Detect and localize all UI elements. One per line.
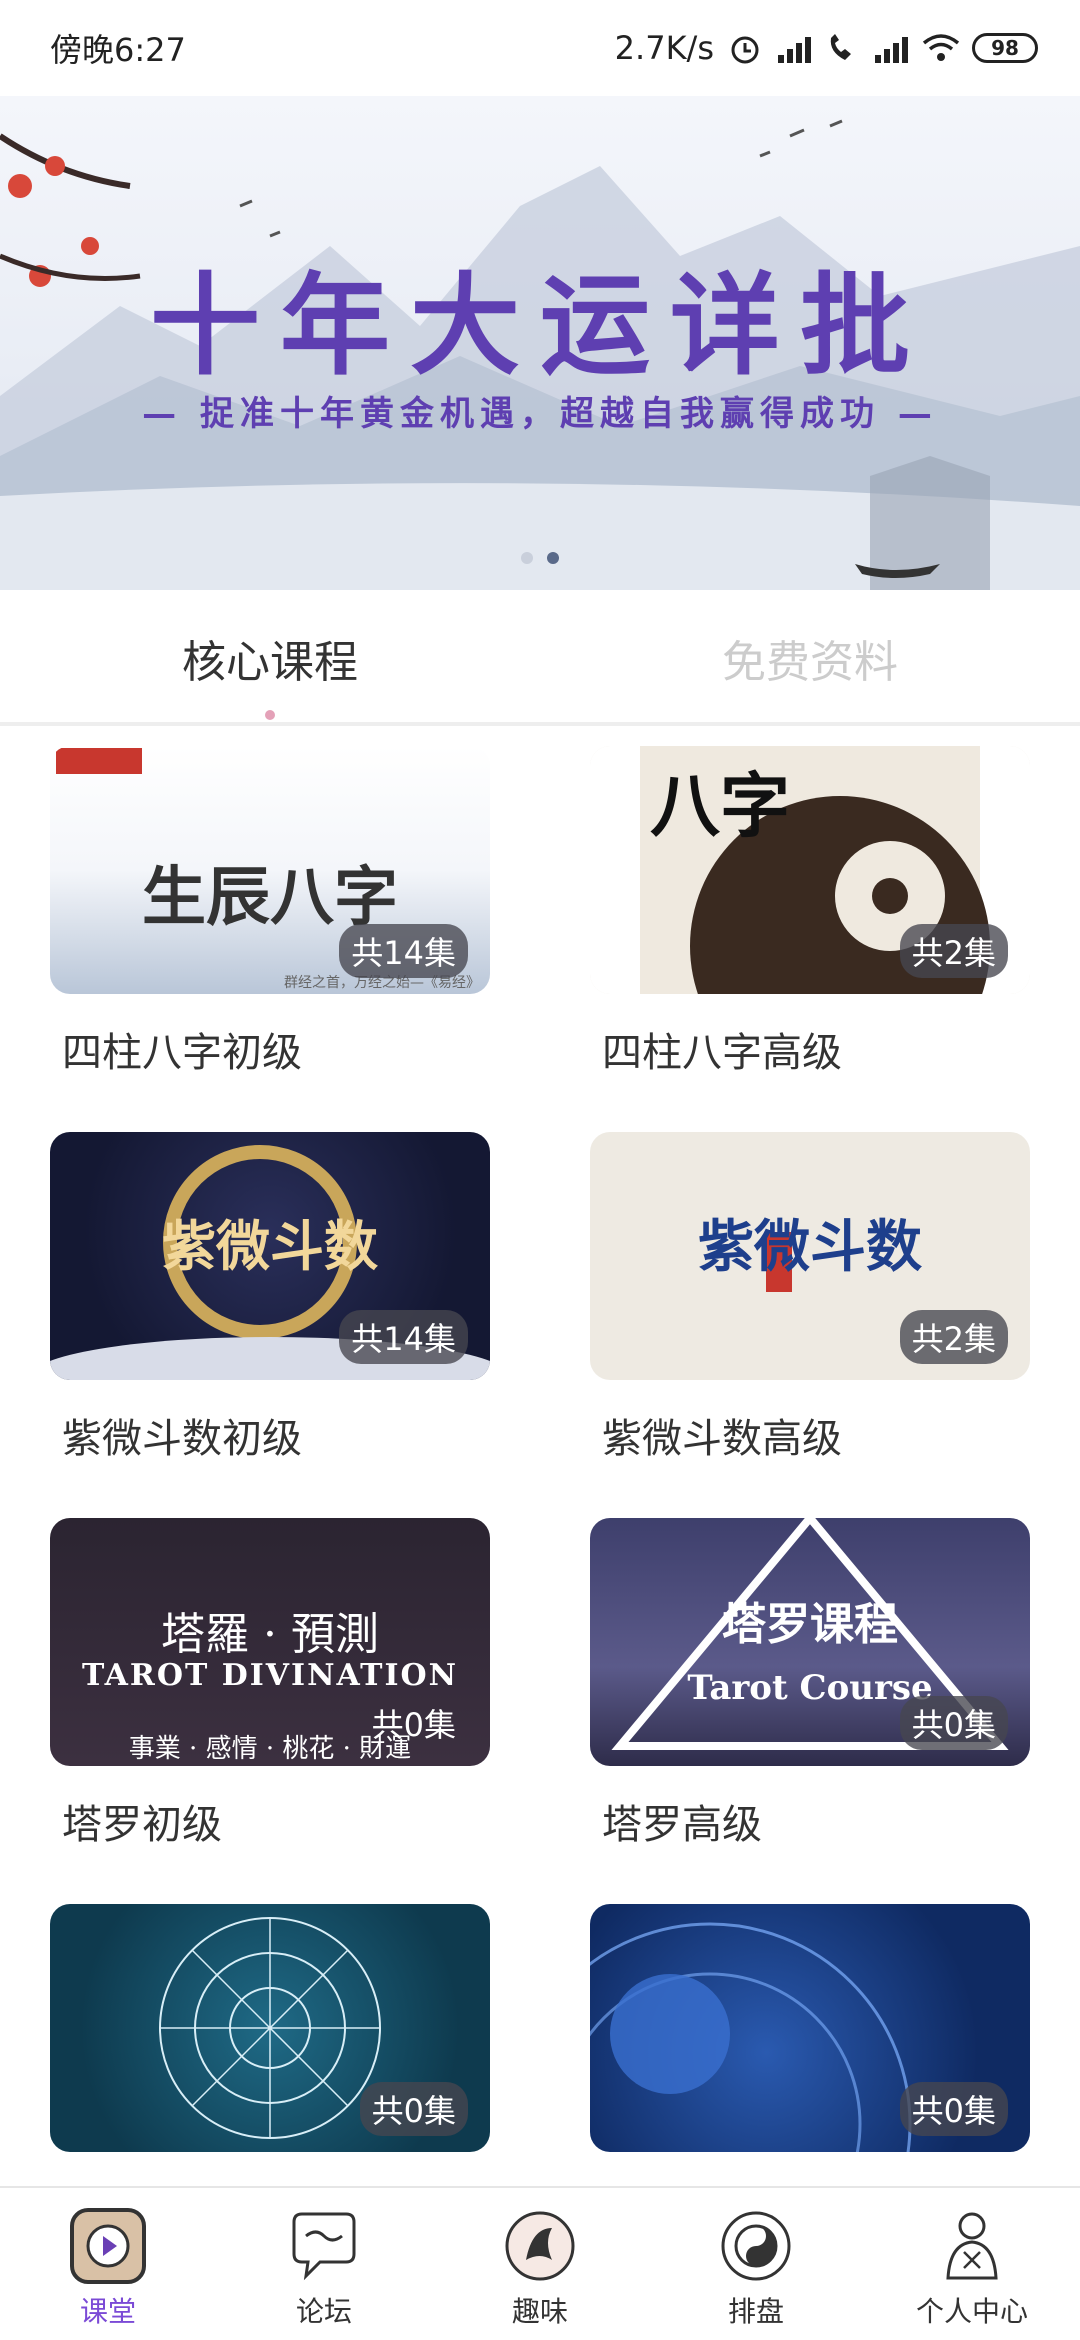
banner-dot <box>521 552 533 564</box>
episode-count-badge: 共0集 <box>899 1696 1008 1750</box>
course-title: 紫微斗数初级 <box>62 1416 302 1462</box>
course-card[interactable]: 八字 共2集 四柱八字高级 <box>590 746 1030 1078</box>
course-title: 塔罗初级 <box>62 1802 222 1848</box>
yinyang-icon <box>718 2208 794 2284</box>
episode-count-badge: 共14集 <box>339 1310 468 1364</box>
nav-item-chart[interactable]: 排盘 <box>648 2188 864 2340</box>
course-thumbnail: 共0集 <box>50 1904 490 2152</box>
nav-label: 个人中心 <box>915 2295 1028 2328</box>
course-card[interactable]: 紫微斗数 共2集 紫微斗数高级 <box>590 1132 1030 1464</box>
course-thumbnail: 八字 共2集 <box>590 746 1030 994</box>
course-thumbnail: 塔羅 · 預測 TAROT DIVINATION 事業 · 感情 · 桃花 · … <box>50 1518 490 1766</box>
episode-count-badge: 共2集 <box>899 1310 1008 1364</box>
course-card[interactable]: 塔罗课程 Tarot Course 共0集 塔罗高级 <box>590 1518 1030 1850</box>
tab-bar: 核心课程 免费资料 <box>0 590 1080 726</box>
status-time: 傍晚6:27 <box>50 31 186 69</box>
course-card[interactable]: 共0集 <box>50 1904 490 2152</box>
thumb-text: 塔羅 · 預測 <box>161 1609 379 1660</box>
episode-count-badge: 共14集 <box>339 924 468 978</box>
tab-active-indicator <box>265 710 275 720</box>
nav-label: 排盘 <box>727 2295 784 2328</box>
thumb-text: 塔罗课程 <box>722 1599 898 1650</box>
course-card[interactable]: 共0集 <box>590 1904 1030 2152</box>
episode-count-badge: 共2集 <box>899 924 1008 978</box>
play-icon <box>70 2208 146 2284</box>
nav-label: 趣味 <box>511 2295 568 2328</box>
call-icon <box>825 32 861 64</box>
net-speed: 2.7K/s <box>614 29 714 67</box>
battery-indicator: 98 <box>972 33 1038 63</box>
course-title: 紫微斗数高级 <box>602 1416 842 1462</box>
tab-free-materials[interactable]: 免费资料 <box>540 590 1080 722</box>
thumb-text: 紫微斗数 <box>698 1214 922 1280</box>
banner-dot-active <box>547 552 559 564</box>
hd-signal-icon <box>875 33 908 63</box>
tab-label: 免费资料 <box>722 637 898 688</box>
seal-stamp <box>56 748 142 774</box>
episode-count-badge: 共0集 <box>899 2082 1008 2136</box>
course-thumbnail: 塔罗课程 Tarot Course 共0集 <box>590 1518 1030 1766</box>
bottom-nav: 课堂 论坛 趣味 排盘 个人中心 <box>0 2186 1080 2340</box>
tab-label: 核心课程 <box>182 637 358 688</box>
course-thumbnail: 生辰八字 群经之首，万经之始—《易经》 共14集 <box>50 746 490 994</box>
episode-count-badge: 共0集 <box>371 1706 456 1744</box>
fish-icon <box>502 2208 578 2284</box>
thumb-text: 紫微斗数 <box>162 1214 378 1278</box>
episode-count-badge: 共0集 <box>359 2082 468 2136</box>
nav-item-forum[interactable]: 论坛 <box>216 2188 432 2340</box>
course-card[interactable]: 塔羅 · 預測 TAROT DIVINATION 事業 · 感情 · 桃花 · … <box>50 1518 490 1850</box>
course-thumbnail: 共0集 <box>590 1904 1030 2152</box>
nav-label: 论坛 <box>295 2295 352 2328</box>
banner-subtitle: — 捉准十年黄金机遇，超越自我赢得成功 — <box>142 394 938 434</box>
cell-signal-icon <box>778 33 811 63</box>
course-title: 四柱八字高级 <box>602 1030 842 1076</box>
tab-core-courses[interactable]: 核心课程 <box>0 590 540 722</box>
course-card[interactable]: 生辰八字 群经之首，万经之始—《易经》 共14集 四柱八字初级 <box>50 746 490 1078</box>
nav-item-classroom[interactable]: 课堂 <box>0 2188 216 2340</box>
promo-banner[interactable]: 十年大运详批 — 捉准十年黄金机遇，超越自我赢得成功 — <box>0 96 1080 590</box>
nav-label: 课堂 <box>79 2295 136 2328</box>
course-thumbnail: 紫微斗数 共2集 <box>590 1132 1030 1380</box>
wifi-icon <box>922 32 960 64</box>
banner-title: 十年大运详批 <box>150 261 930 390</box>
course-title: 塔罗高级 <box>602 1802 762 1848</box>
thumb-text: 八字 <box>650 764 790 847</box>
course-card[interactable]: 紫微斗数 共14集 紫微斗数初级 <box>50 1132 490 1464</box>
status-bar: 傍晚6:27 2.7K/s 98 <box>0 0 1080 96</box>
course-title: 四柱八字初级 <box>62 1030 302 1076</box>
person-icon <box>934 2208 1010 2284</box>
thumb-caption: TAROT DIVINATION <box>81 1658 459 1693</box>
chat-icon <box>286 2208 362 2284</box>
course-thumbnail: 紫微斗数 共14集 <box>50 1132 490 1380</box>
alarm-icon <box>728 32 764 64</box>
nav-item-fun[interactable]: 趣味 <box>432 2188 648 2340</box>
nav-item-profile[interactable]: 个人中心 <box>864 2188 1080 2340</box>
banner-pagination <box>0 552 1080 564</box>
